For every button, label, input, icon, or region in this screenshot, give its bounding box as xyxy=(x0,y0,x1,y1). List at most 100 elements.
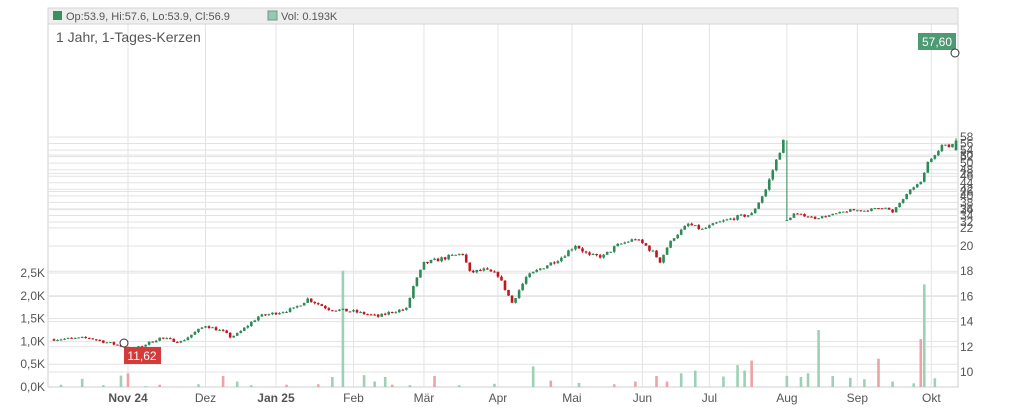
volume-bar xyxy=(577,382,581,387)
candle-body xyxy=(309,298,313,302)
volume-bar xyxy=(693,370,697,387)
candle-body xyxy=(345,308,348,312)
candle-body xyxy=(605,251,609,255)
candle-body xyxy=(919,181,923,185)
volume-bar xyxy=(235,381,239,387)
candle-body xyxy=(880,208,884,210)
candle-body xyxy=(940,145,944,152)
candle-body xyxy=(693,225,697,227)
candle-body xyxy=(84,337,88,339)
volume-bar xyxy=(457,385,461,387)
candle-body xyxy=(475,269,479,273)
candle-body xyxy=(725,219,729,221)
candle-body xyxy=(930,158,933,162)
candle-body xyxy=(366,314,369,316)
candle-body xyxy=(894,207,898,213)
candle-body xyxy=(228,332,232,338)
candle-body xyxy=(739,214,743,216)
volume-bar xyxy=(655,376,658,387)
candle-body xyxy=(204,326,207,328)
volume-bar xyxy=(750,360,753,387)
candle-body xyxy=(154,340,158,343)
candle-body xyxy=(281,312,285,314)
candle-body xyxy=(922,172,926,182)
candle-body xyxy=(531,271,535,274)
candle-body xyxy=(447,254,450,260)
candle-body xyxy=(887,207,891,210)
candle-body xyxy=(834,213,838,215)
candle-body xyxy=(891,209,894,213)
candle-body xyxy=(383,313,387,315)
candle-body xyxy=(450,254,454,256)
volume-bar xyxy=(144,386,147,387)
candle-body xyxy=(260,314,264,317)
month-tick-label: Jul xyxy=(702,391,717,405)
candle-body xyxy=(679,229,683,235)
candle-body xyxy=(327,308,331,311)
volume-tick-label: 2,0K xyxy=(20,289,45,303)
candle-body xyxy=(616,243,620,247)
volume-bar xyxy=(126,373,130,387)
candle-body xyxy=(884,207,887,209)
candle-body xyxy=(718,221,722,223)
candle-body xyxy=(701,228,704,230)
month-tick-label: Okt xyxy=(922,391,941,405)
candle-body xyxy=(66,337,70,339)
volume-bar xyxy=(102,385,105,387)
candle-body xyxy=(859,210,863,212)
candle-body xyxy=(510,295,514,303)
candle-body xyxy=(782,139,785,153)
candle-body xyxy=(623,242,627,244)
candle-body xyxy=(908,189,912,195)
candle-body xyxy=(183,340,186,342)
candle-body xyxy=(750,213,753,216)
volume-bar xyxy=(799,376,803,387)
volume-bar xyxy=(877,358,880,387)
low-marker-label: 11,62 xyxy=(127,349,156,363)
candle-body xyxy=(767,179,771,190)
candle-body xyxy=(824,216,827,218)
volume-bar xyxy=(743,370,746,387)
candle-body xyxy=(898,202,901,208)
candle-body xyxy=(151,341,154,343)
candle-body xyxy=(179,341,183,343)
candle-body xyxy=(708,225,711,228)
candle-body xyxy=(147,341,151,345)
candle-body xyxy=(764,189,768,197)
candle-body xyxy=(637,239,641,241)
candle-body xyxy=(221,329,225,331)
candle-body xyxy=(429,259,433,264)
volume-bar xyxy=(612,384,616,387)
volume-bar xyxy=(863,379,866,387)
candle-body xyxy=(274,312,278,315)
candle-body xyxy=(408,297,412,308)
ohlc-swatch xyxy=(53,11,62,20)
volume-bar xyxy=(221,376,225,387)
candle-body xyxy=(954,140,958,151)
candle-body xyxy=(242,327,246,331)
candle-body xyxy=(355,310,359,313)
candle-body xyxy=(827,215,831,217)
volume-bar xyxy=(316,384,320,387)
candle-body xyxy=(926,161,930,173)
candle-body xyxy=(235,333,239,336)
candle-body xyxy=(778,152,782,160)
candle-body xyxy=(743,214,746,217)
candle-body xyxy=(545,265,549,269)
candle-body xyxy=(856,210,859,212)
price-tick-label: 12 xyxy=(960,340,974,354)
candle-body xyxy=(102,340,105,343)
candle-body xyxy=(190,334,193,338)
candle-body xyxy=(901,199,905,203)
candle-body xyxy=(619,243,623,245)
candle-body xyxy=(841,211,845,213)
volume-bar xyxy=(736,365,739,387)
candle-body xyxy=(549,262,553,266)
volume-bar xyxy=(785,376,789,387)
volume-bar xyxy=(408,385,412,387)
candle-body xyxy=(697,225,701,229)
month-tick-label: Dez xyxy=(195,391,216,405)
volume-bar xyxy=(912,383,916,387)
candle-body xyxy=(686,223,690,227)
candle-body xyxy=(799,213,803,215)
